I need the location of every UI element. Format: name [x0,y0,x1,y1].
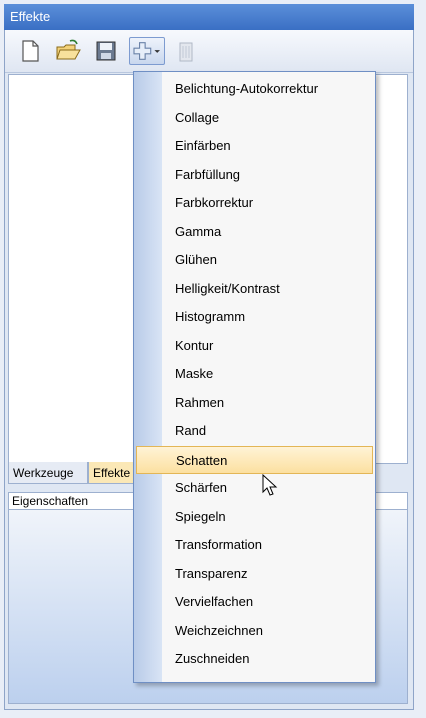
open-folder-icon [56,39,81,60]
open-button[interactable] [53,37,83,65]
menu-item[interactable]: Transparenz [134,560,375,588]
save-disk-icon [96,41,116,61]
menu-item[interactable]: Einfärben [134,132,375,160]
trash-icon [179,42,193,62]
mouse-pointer-icon [262,474,278,496]
add-effect-button[interactable] [129,37,165,65]
menu-item[interactable]: Kontur [134,332,375,360]
menu-item[interactable]: Belichtung-Autokorrektur [134,75,375,103]
menu-item[interactable]: Farbfüllung [134,161,375,189]
new-button[interactable] [15,37,45,65]
toolbar [5,30,413,73]
menu-item[interactable]: Maske [134,360,375,388]
menu-item[interactable]: Transformation [134,531,375,559]
menu-item[interactable]: Spiegeln [134,503,375,531]
save-button[interactable] [91,37,121,65]
add-dropdown-icon [133,42,160,60]
menu-item[interactable]: Rahmen [134,389,375,417]
menu-item[interactable]: Histogramm [134,303,375,331]
tab-werkzeuge[interactable]: Werkzeuge [8,462,88,484]
menu-item[interactable]: Glühen [134,246,375,274]
effects-dropdown-menu: Belichtung-Autokorrektur Collage Einfärben… [133,71,376,683]
new-document-icon [22,40,39,62]
menu-item[interactable]: Schärfen [134,474,375,502]
menu-item[interactable]: Zuschneiden [134,645,375,673]
delete-button[interactable] [171,37,201,65]
menu-item[interactable]: Gamma [134,218,375,246]
menu-item[interactable]: Vervielfachen [134,588,375,616]
menu-item[interactable]: Schatten [136,445,373,474]
menu-item[interactable]: Helligkeit/Kontrast [134,275,375,303]
menu-item[interactable]: Weichzeichnen [134,617,375,645]
menu-item[interactable]: Farbkorrektur [134,189,375,217]
menu-item[interactable]: Rand [134,417,375,445]
menu-item[interactable]: Collage [134,104,375,132]
panel-title: Effekte [4,4,414,30]
